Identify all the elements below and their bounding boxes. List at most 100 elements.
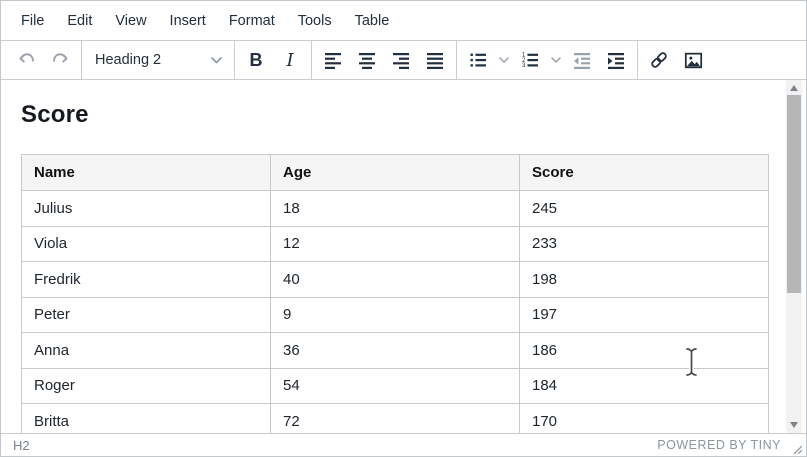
document-heading[interactable]: Score: [21, 100, 786, 130]
outdent-button[interactable]: [565, 45, 599, 75]
table-row: Anna36186: [22, 333, 769, 369]
table-row: Viola12233: [22, 226, 769, 262]
table-cell[interactable]: 18: [271, 191, 520, 227]
numbered-list-button[interactable]: 1 2 3: [513, 45, 547, 75]
align-right-icon: [391, 50, 411, 70]
align-center-icon: [357, 50, 377, 70]
bullet-list-options-button[interactable]: [495, 45, 513, 75]
scroll-down-button[interactable]: [786, 418, 802, 432]
table-row: Fredrik40198: [22, 262, 769, 298]
editor-content-area[interactable]: Score NameAgeScore Julius18245Viola12233…: [1, 80, 806, 433]
image-button[interactable]: [676, 45, 710, 75]
numbered-list-icon: 1 2 3: [520, 50, 540, 70]
outdent-icon: [572, 50, 592, 70]
undo-button[interactable]: [9, 45, 43, 75]
branding-link[interactable]: POWERED BY TINY: [657, 438, 781, 452]
menu-tools[interactable]: Tools: [287, 8, 343, 34]
link-icon: [648, 49, 670, 71]
statusbar-right: POWERED BY TINY: [657, 434, 803, 456]
history-group: [7, 41, 79, 79]
table-cell[interactable]: 184: [520, 368, 769, 404]
score-table: NameAgeScore Julius18245Viola12233Fredri…: [21, 154, 769, 433]
scroll-down-icon: [790, 422, 798, 428]
table-cell[interactable]: 198: [520, 262, 769, 298]
chevron-down-icon: [551, 57, 561, 63]
italic-button[interactable]: I: [273, 45, 307, 75]
align-right-button[interactable]: [384, 45, 418, 75]
align-justify-icon: [425, 50, 445, 70]
undo-icon: [16, 50, 36, 70]
toolbar-separator: [456, 41, 457, 79]
column-header[interactable]: Age: [271, 155, 520, 191]
column-header[interactable]: Score: [520, 155, 769, 191]
table-cell[interactable]: Viola: [22, 226, 271, 262]
bold-icon: B: [250, 50, 263, 71]
text-cursor: [683, 346, 700, 378]
toolbar: Heading 2 B I: [1, 41, 806, 80]
link-button[interactable]: [642, 45, 676, 75]
menu-table[interactable]: Table: [344, 8, 401, 34]
indent-icon: [606, 50, 626, 70]
menubar: FileEditViewInsertFormatToolsTable: [1, 1, 806, 41]
column-header[interactable]: Name: [22, 155, 271, 191]
element-path[interactable]: H2: [13, 438, 30, 453]
table-cell[interactable]: Roger: [22, 368, 271, 404]
toolbar-separator: [311, 41, 312, 79]
format-select[interactable]: Heading 2: [86, 45, 230, 75]
rich-text-editor: FileEditViewInsertFormatToolsTable: [0, 0, 807, 457]
chevron-down-icon: [499, 57, 509, 63]
table-cell[interactable]: Fredrik: [22, 262, 271, 298]
redo-button[interactable]: [43, 45, 77, 75]
table-body: Julius18245Viola12233Fredrik40198Peter91…: [22, 191, 769, 434]
image-icon: [683, 50, 704, 71]
table-cell[interactable]: 9: [271, 297, 520, 333]
menu-view[interactable]: View: [104, 8, 157, 34]
table-cell[interactable]: 40: [271, 262, 520, 298]
menu-format[interactable]: Format: [218, 8, 286, 34]
numbered-list-options-button[interactable]: [547, 45, 565, 75]
toolbar-separator: [234, 41, 235, 79]
table-cell[interactable]: Anna: [22, 333, 271, 369]
align-left-icon: [323, 50, 343, 70]
vertical-scrollbar[interactable]: [786, 80, 802, 433]
table-cell[interactable]: 170: [520, 404, 769, 434]
table-cell[interactable]: Britta: [22, 404, 271, 434]
chevron-down-icon: [211, 57, 222, 64]
svg-text:3: 3: [522, 63, 526, 69]
table-row: Peter9197: [22, 297, 769, 333]
table-cell[interactable]: 12: [271, 226, 520, 262]
menu-file[interactable]: File: [10, 8, 55, 34]
indent-button[interactable]: [599, 45, 633, 75]
redo-icon: [50, 50, 70, 70]
bullet-list-icon: [468, 50, 488, 70]
menu-insert[interactable]: Insert: [159, 8, 217, 34]
table-cell[interactable]: Julius: [22, 191, 271, 227]
align-left-button[interactable]: [316, 45, 350, 75]
table-cell[interactable]: 233: [520, 226, 769, 262]
bold-button[interactable]: B: [239, 45, 273, 75]
table-cell[interactable]: 197: [520, 297, 769, 333]
insert-group: [640, 41, 712, 79]
scroll-up-button[interactable]: [786, 81, 802, 95]
align-center-button[interactable]: [350, 45, 384, 75]
table-row: Roger54184: [22, 368, 769, 404]
italic-icon: I: [286, 50, 293, 71]
table-cell[interactable]: 186: [520, 333, 769, 369]
text-style-group: B I: [237, 41, 309, 79]
resize-grip-icon[interactable]: [790, 442, 803, 455]
toolbar-separator: [81, 41, 82, 79]
align-justify-button[interactable]: [418, 45, 452, 75]
table-cell[interactable]: 72: [271, 404, 520, 434]
bullet-list-button[interactable]: [461, 45, 495, 75]
scrollbar-thumb[interactable]: [787, 95, 801, 293]
menu-edit[interactable]: Edit: [56, 8, 103, 34]
scroll-up-icon: [790, 85, 798, 91]
table-header-row: NameAgeScore: [22, 155, 769, 191]
table-cell[interactable]: 36: [271, 333, 520, 369]
statusbar: H2 POWERED BY TINY: [1, 433, 806, 456]
table-cell[interactable]: 245: [520, 191, 769, 227]
format-group: Heading 2: [84, 41, 232, 79]
table-cell[interactable]: 54: [271, 368, 520, 404]
table-head: NameAgeScore: [22, 155, 769, 191]
table-cell[interactable]: Peter: [22, 297, 271, 333]
